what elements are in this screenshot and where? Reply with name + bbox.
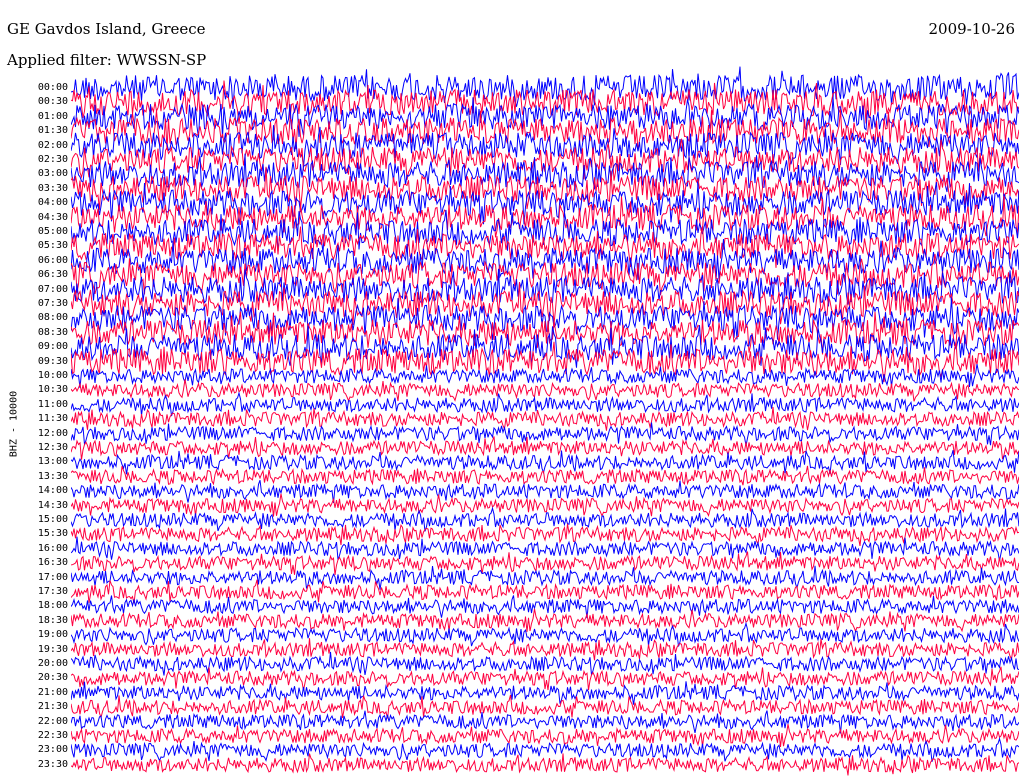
time-label: 09:30 bbox=[37, 355, 68, 367]
time-axis-labels: 00:00 00:30 01:00 01:30 02:00 02:30 03:00 03:30… bbox=[0, 0, 68, 780]
seismogram-plot bbox=[71, 66, 1019, 776]
time-label: 10:00 bbox=[37, 370, 68, 381]
time-label: 09:00 bbox=[37, 341, 68, 353]
time-label: 17:30 bbox=[37, 586, 68, 597]
time-label: 15:00 bbox=[37, 514, 68, 525]
time-label: 08:00 bbox=[37, 312, 68, 324]
trace-line-1730 bbox=[71, 579, 1019, 604]
trace-line-2330 bbox=[71, 753, 1019, 776]
trace-line-2230 bbox=[71, 724, 1019, 748]
time-label: 00:30 bbox=[37, 96, 68, 108]
time-label: 23:00 bbox=[37, 744, 68, 756]
trace-line-2030 bbox=[71, 666, 1019, 691]
time-label: 19:00 bbox=[37, 629, 68, 641]
time-label: 01:00 bbox=[37, 110, 68, 122]
date-label: 2009-10-26 bbox=[928, 20, 1015, 38]
time-label: 06:00 bbox=[37, 254, 68, 266]
trace-line-2300 bbox=[71, 736, 1019, 763]
time-label: 20:00 bbox=[37, 658, 68, 669]
time-label: 14:00 bbox=[37, 485, 68, 497]
time-label: 22:30 bbox=[37, 730, 68, 741]
trace-line-1630 bbox=[71, 551, 1019, 575]
time-label: 18:00 bbox=[37, 600, 68, 612]
trace-line-1130 bbox=[71, 407, 1019, 431]
time-label: 12:00 bbox=[37, 427, 68, 439]
time-label: 11:00 bbox=[37, 398, 68, 410]
trace-line-1000 bbox=[71, 364, 1019, 388]
trace-line-1430 bbox=[71, 493, 1019, 518]
trace-line-2200 bbox=[71, 710, 1019, 734]
time-label: 07:30 bbox=[37, 298, 68, 309]
time-label: 10:30 bbox=[37, 384, 68, 396]
time-label: 20:30 bbox=[37, 672, 68, 684]
time-label: 17:00 bbox=[37, 571, 68, 583]
time-label: 14:30 bbox=[37, 499, 68, 511]
time-label: 21:00 bbox=[37, 686, 68, 698]
time-label: 06:30 bbox=[37, 269, 68, 281]
time-label: 13:00 bbox=[37, 456, 68, 468]
time-label: 16:00 bbox=[37, 542, 68, 554]
time-label: 12:30 bbox=[37, 442, 68, 453]
time-label: 01:30 bbox=[37, 125, 68, 137]
time-label: 04:00 bbox=[37, 197, 68, 209]
trace-line-1900 bbox=[71, 621, 1019, 647]
time-label: 23:30 bbox=[37, 758, 68, 770]
time-label: 03:30 bbox=[37, 182, 68, 194]
time-label: 21:30 bbox=[37, 701, 68, 713]
time-label: 15:30 bbox=[37, 528, 68, 540]
time-label: 07:00 bbox=[37, 283, 68, 295]
time-label: 04:30 bbox=[37, 211, 68, 223]
trace-line-1300 bbox=[71, 450, 1019, 475]
time-label: 13:30 bbox=[37, 470, 68, 482]
time-label: 18:30 bbox=[37, 614, 68, 626]
time-label: 19:30 bbox=[37, 643, 68, 655]
time-label: 08:30 bbox=[37, 326, 68, 338]
trace-line-1530 bbox=[71, 523, 1019, 546]
time-label: 02:30 bbox=[37, 154, 68, 165]
trace-line-2000 bbox=[71, 651, 1019, 676]
time-label: 11:30 bbox=[37, 413, 68, 425]
time-label: 16:30 bbox=[37, 557, 68, 569]
time-label: 22:00 bbox=[37, 715, 68, 727]
trace-line-0230 bbox=[71, 138, 1019, 181]
time-label: 03:00 bbox=[37, 168, 68, 180]
time-label: 05:30 bbox=[37, 240, 68, 252]
time-label: 00:00 bbox=[37, 82, 68, 93]
trace-line-0000 bbox=[71, 66, 1019, 110]
time-label: 05:00 bbox=[37, 226, 68, 237]
time-label: 02:00 bbox=[37, 139, 68, 151]
trace-line-1030 bbox=[71, 379, 1019, 403]
